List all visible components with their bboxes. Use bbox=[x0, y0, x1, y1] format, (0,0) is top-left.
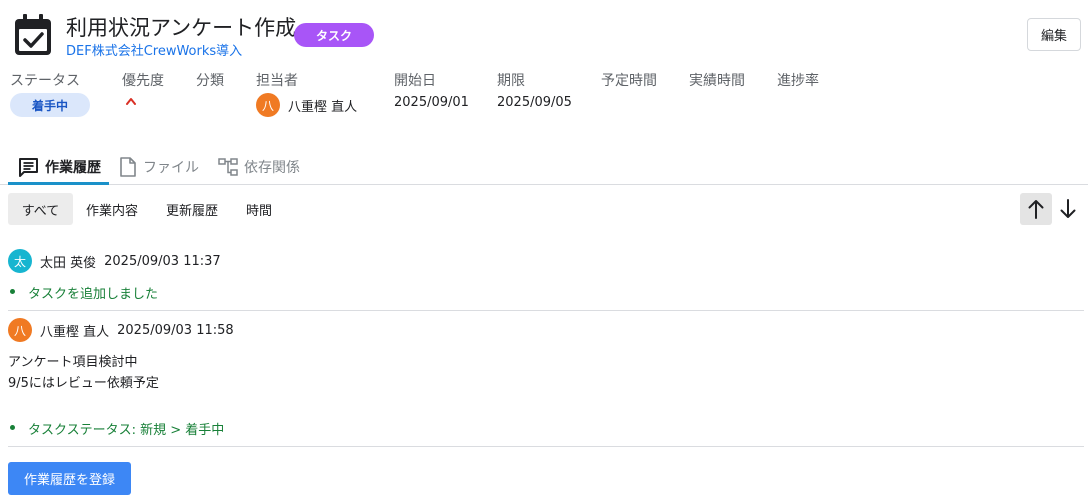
page-title: 利用状況アンケート作成 bbox=[66, 16, 297, 40]
entry-time: 2025/09/03 11:58 bbox=[117, 322, 234, 338]
start-date-label: 開始日 bbox=[394, 73, 436, 89]
active-tab-indicator bbox=[8, 182, 109, 185]
avatar: 太 bbox=[8, 249, 32, 273]
entry-body-line: アンケート項目検討中 bbox=[8, 355, 138, 370]
sort-descending-button[interactable] bbox=[1052, 193, 1084, 225]
assignee-label: 担当者 bbox=[256, 73, 298, 89]
sort-ascending-button[interactable] bbox=[1020, 193, 1052, 225]
actual-time-label: 実績時間 bbox=[689, 73, 745, 89]
filter-update-history[interactable]: 更新履歴 bbox=[166, 193, 218, 225]
history-filter-bar: すべて 作業内容 更新履歴 時間 bbox=[0, 193, 1088, 225]
category-label: 分類 bbox=[196, 73, 224, 89]
avatar: 八 bbox=[256, 93, 280, 117]
due-date-value: 2025/09/05 bbox=[497, 95, 572, 110]
filter-all[interactable]: すべて bbox=[8, 193, 73, 225]
arrow-up-icon bbox=[1028, 200, 1044, 219]
tab-label: 依存関係 bbox=[244, 159, 300, 176]
planned-time-label: 予定時間 bbox=[601, 73, 657, 89]
calendar-check-icon bbox=[15, 14, 51, 55]
status-label: ステータス bbox=[10, 73, 80, 89]
tab-bar: 作業履歴 ファイル 依存関係 bbox=[0, 148, 1088, 185]
entry-body-line: 9/5にはレビュー依頼予定 bbox=[8, 376, 159, 391]
history-entry-header: 八 八重樫 直人 2025/09/03 11:58 bbox=[8, 318, 234, 342]
entry-divider bbox=[8, 310, 1084, 311]
progress-label: 進捗率 bbox=[777, 73, 819, 89]
change-item: タスクステータス: 新規 > 着手中 bbox=[28, 423, 225, 438]
tab-files[interactable]: ファイル bbox=[119, 148, 199, 185]
assignee-name: 八重樫 直人 bbox=[288, 99, 358, 115]
tab-history[interactable]: 作業履歴 bbox=[18, 148, 101, 185]
filter-work-content[interactable]: 作業内容 bbox=[86, 193, 138, 225]
register-history-button[interactable]: 作業履歴を登録 bbox=[8, 462, 131, 495]
change-item: タスクを追加しました bbox=[28, 287, 159, 302]
due-date-label: 期限 bbox=[497, 73, 525, 89]
chevron-up-icon bbox=[126, 98, 136, 105]
entry-divider bbox=[8, 446, 1084, 447]
change-bullet bbox=[10, 289, 15, 294]
edit-button[interactable]: 編集 bbox=[1027, 18, 1081, 51]
history-entry-header: 太 太田 英俊 2025/09/03 11:37 bbox=[8, 249, 221, 273]
dependency-icon bbox=[218, 157, 238, 176]
project-link[interactable]: DEF株式会社CrewWorks導入 bbox=[66, 40, 242, 59]
entry-user: 八重樫 直人 bbox=[40, 324, 110, 340]
entry-user: 太田 英俊 bbox=[40, 255, 97, 271]
task-type-badge: タスク bbox=[294, 23, 374, 47]
start-date-value: 2025/09/01 bbox=[394, 95, 469, 110]
avatar: 八 bbox=[8, 318, 32, 342]
tab-label: ファイル bbox=[143, 159, 199, 176]
tab-dependencies[interactable]: 依存関係 bbox=[218, 148, 300, 185]
file-icon bbox=[120, 156, 136, 177]
entry-time: 2025/09/03 11:37 bbox=[104, 253, 221, 269]
arrow-down-icon bbox=[1060, 199, 1076, 218]
task-header: 利用状況アンケート作成 DEF株式会社CrewWorks導入 タスク 編集 bbox=[0, 0, 1088, 62]
priority-label: 優先度 bbox=[122, 73, 164, 89]
tab-label: 作業履歴 bbox=[45, 159, 101, 176]
comment-icon bbox=[19, 157, 38, 177]
status-badge[interactable]: 着手中 bbox=[10, 93, 90, 117]
filter-time[interactable]: 時間 bbox=[246, 193, 272, 225]
assignee[interactable]: 八 八重樫 直人 bbox=[256, 93, 357, 117]
change-bullet bbox=[10, 425, 15, 430]
